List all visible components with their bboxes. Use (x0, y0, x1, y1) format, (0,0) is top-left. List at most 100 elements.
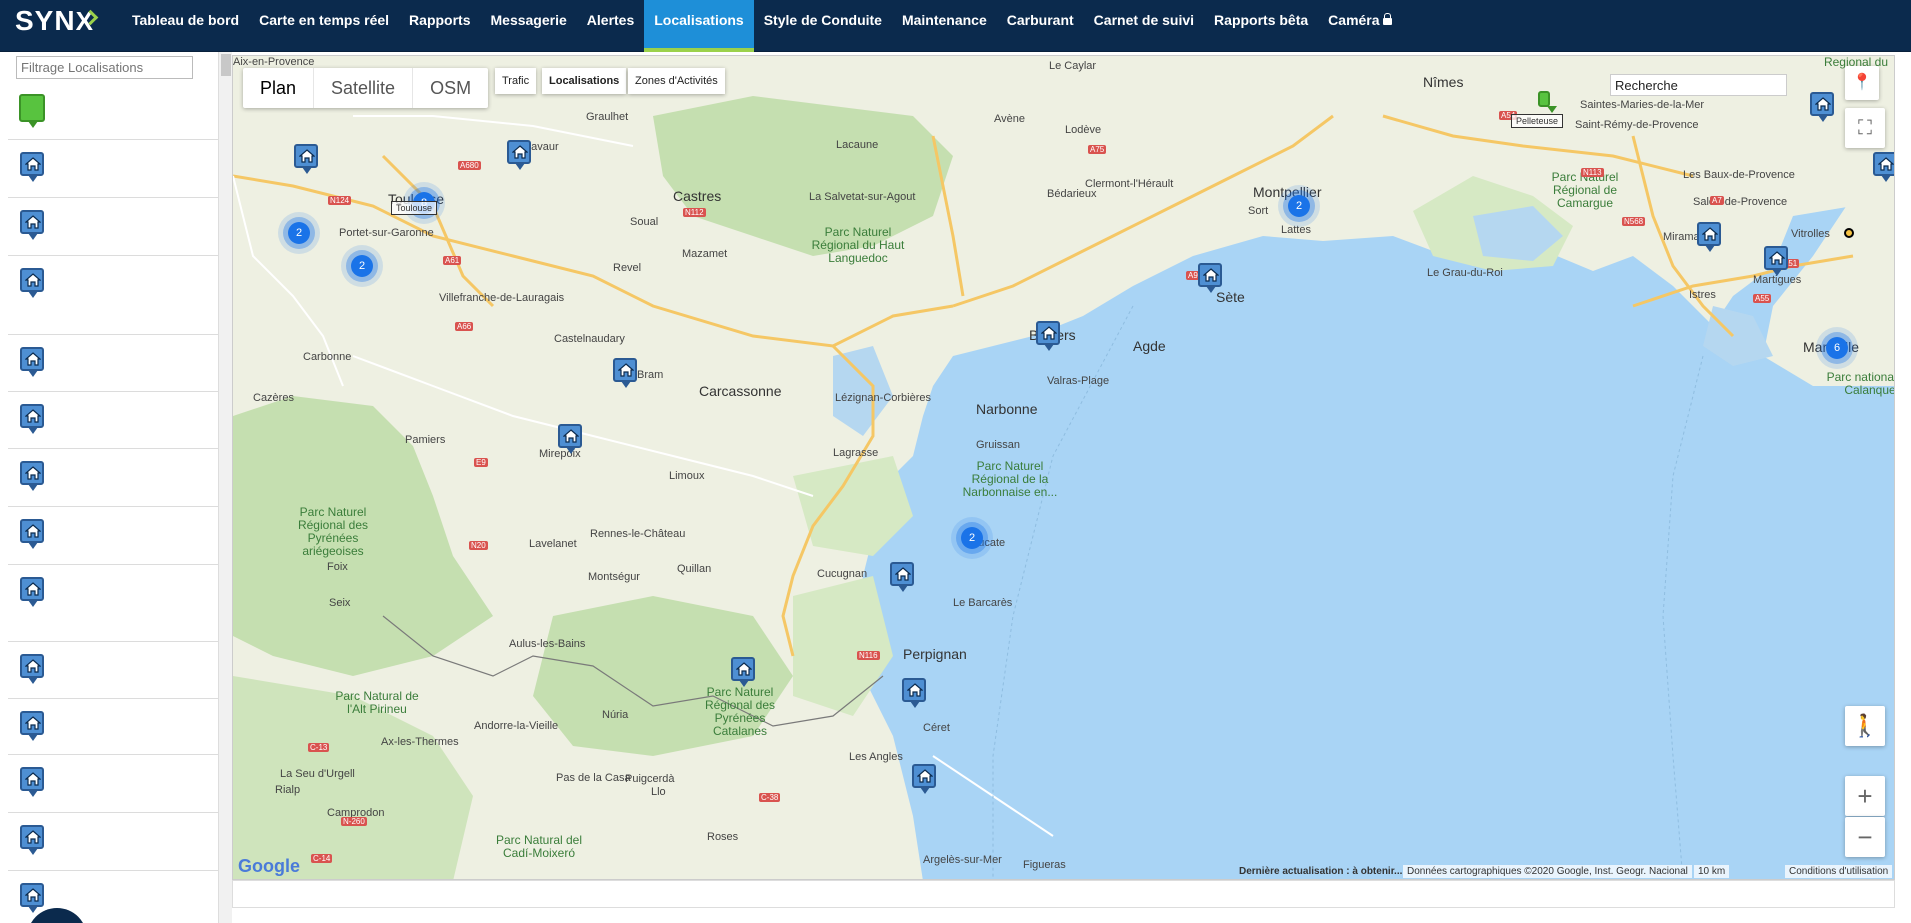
nav-item-tableau-de-bord[interactable]: Tableau de bord (122, 0, 249, 52)
location-house-marker-icon[interactable] (558, 424, 582, 454)
road-number-label: C-14 (311, 854, 333, 863)
street-view-pegman-icon[interactable]: 🚶 (1845, 706, 1885, 746)
road-number-label: N112 (683, 208, 706, 217)
layer-traffic-button[interactable]: Trafic (495, 68, 537, 94)
town-label: Valras-Plage (1047, 375, 1110, 387)
map-terrain (233, 56, 1894, 879)
location-house-marker-icon[interactable] (1810, 92, 1834, 122)
map-canvas[interactable]: Plan Satellite OSM Trafic Localisations … (232, 55, 1895, 880)
zoom-out-button[interactable]: − (1845, 817, 1885, 857)
location-list-item[interactable] (8, 449, 218, 507)
nav-item-alertes[interactable]: Alertes (577, 0, 644, 52)
town-label: Graulhet (586, 111, 629, 123)
location-house-marker-icon[interactable] (507, 140, 531, 170)
park-label: Parc Naturel Régional des Pyrénées Catal… (704, 685, 776, 738)
nav-item-carburant[interactable]: Carburant (997, 0, 1084, 52)
town-label: Saint-Rémy-de-Provence (1575, 119, 1699, 131)
town-label: Les Angles (849, 751, 903, 763)
road-number-label: N124 (328, 196, 352, 205)
nav-item-label: Caméra (1328, 12, 1380, 28)
nav-item-localisations[interactable]: Localisations (644, 0, 754, 52)
fullscreen-icon[interactable]: ⛶ (1845, 108, 1885, 148)
location-house-marker-icon[interactable] (294, 144, 318, 174)
town-label: Montségur (588, 571, 640, 583)
location-house-marker-icon[interactable] (1873, 152, 1894, 182)
location-list-item[interactable] (8, 565, 218, 642)
location-pin-icon[interactable] (1844, 228, 1854, 238)
nav-item-messagerie[interactable]: Messagerie (481, 0, 577, 52)
marker-cluster[interactable]: 2 (1288, 195, 1310, 217)
layer-locations-button[interactable]: Localisations (542, 68, 627, 94)
location-house-marker-icon[interactable] (1036, 321, 1060, 351)
town-label: Istres (1689, 289, 1716, 301)
city-label: Carcassonne (699, 383, 782, 399)
location-house-marker-icon[interactable] (1764, 246, 1788, 276)
town-label: La Salvetat-sur-Agout (809, 191, 916, 203)
location-list-item[interactable] (8, 507, 218, 565)
town-label: Le Barcarès (953, 597, 1013, 609)
nav-item-carte-en-temps-réel[interactable]: Carte en temps réel (249, 0, 399, 52)
town-label: Llo (651, 786, 666, 798)
nav-item-rapports-bêta[interactable]: Rapports bêta (1204, 0, 1318, 52)
location-house-marker-icon[interactable] (1697, 222, 1721, 252)
nav-item-maintenance[interactable]: Maintenance (892, 0, 997, 52)
synx-logo[interactable]: SYN X (15, 5, 94, 36)
location-house-marker-icon[interactable] (1198, 263, 1222, 293)
location-house-marker-icon[interactable] (890, 562, 914, 592)
town-label: Revel (613, 262, 642, 274)
location-house-marker-icon[interactable] (902, 678, 926, 708)
map-type-osm[interactable]: OSM (413, 68, 488, 108)
house-marker-icon (20, 347, 44, 377)
marker-cluster[interactable]: 2 (288, 222, 310, 244)
location-list-item[interactable] (8, 140, 218, 198)
marker-cluster[interactable]: 2 (351, 255, 373, 277)
town-label: Sort (1248, 205, 1269, 217)
location-list-item[interactable] (8, 699, 218, 755)
terms-link[interactable]: Conditions d'utilisation (1785, 865, 1893, 878)
map-scale[interactable]: 10 km (1694, 865, 1730, 878)
park-label: Parc Naturel Régional de la Narbonnaise … (962, 459, 1058, 499)
location-list-item[interactable] (8, 642, 218, 699)
map-search-input[interactable] (1610, 74, 1787, 96)
location-list-item[interactable] (8, 335, 218, 392)
location-list-item[interactable] (8, 813, 218, 871)
layer-activity-zones-button[interactable]: Zones d'Activités (628, 68, 725, 94)
nav-item-label: Alertes (586, 12, 635, 28)
location-list-item[interactable] (8, 84, 218, 140)
nav-item-style-de-conduite[interactable]: Style de Conduite (754, 0, 892, 52)
location-house-marker-icon[interactable] (731, 657, 755, 687)
road-number-label: N-260 (341, 817, 367, 826)
road-number-label: A75 (1088, 145, 1107, 154)
town-label: Ax-les-Thermes (381, 736, 459, 748)
location-house-marker-icon[interactable] (613, 358, 637, 388)
main-menu: Tableau de bord Carte en temps réel Rappor… (122, 0, 1402, 52)
town-label: Villefranche-de-Lauragais (439, 292, 565, 304)
nav-item-carnet-de-suivi[interactable]: Carnet de suivi (1084, 0, 1204, 52)
sidebar-scrollbar-thumb[interactable] (221, 54, 231, 76)
zoom-in-button[interactable]: + (1845, 776, 1885, 816)
map-type-satellite[interactable]: Satellite (314, 68, 414, 108)
location-list-item[interactable] (8, 256, 218, 335)
town-label: Lavelanet (529, 538, 577, 550)
pin-icon[interactable]: 📍 (1845, 66, 1879, 100)
town-label: Mazamet (682, 248, 728, 260)
location-list-item[interactable] (8, 198, 218, 256)
nav-item-label: Maintenance (901, 12, 987, 28)
town-label: Limoux (669, 470, 705, 482)
locations-filter-input[interactable] (16, 56, 193, 79)
nav-item-rapports[interactable]: Rapports (399, 0, 480, 52)
marker-cluster[interactable]: 6 (1826, 337, 1848, 359)
location-house-marker-icon[interactable] (912, 764, 936, 794)
vehicle-marker[interactable] (1538, 91, 1557, 113)
location-list-item[interactable] (8, 392, 218, 449)
last-update-status: Dernière actualisation : à obtenir... (1239, 866, 1403, 877)
nav-item-label: Style de Conduite (763, 12, 882, 28)
sidebar-scrollbar[interactable] (218, 52, 232, 923)
nav-item-caméra[interactable]: Caméra (1318, 0, 1401, 52)
town-label: Les Baux-de-Provence (1683, 169, 1795, 181)
location-list-item[interactable] (8, 755, 218, 813)
marker-cluster[interactable]: 2 (961, 527, 983, 549)
nav-item-label: Tableau de bord (132, 12, 240, 28)
map-type-plan[interactable]: Plan (243, 68, 315, 108)
lock-icon (1382, 13, 1392, 25)
